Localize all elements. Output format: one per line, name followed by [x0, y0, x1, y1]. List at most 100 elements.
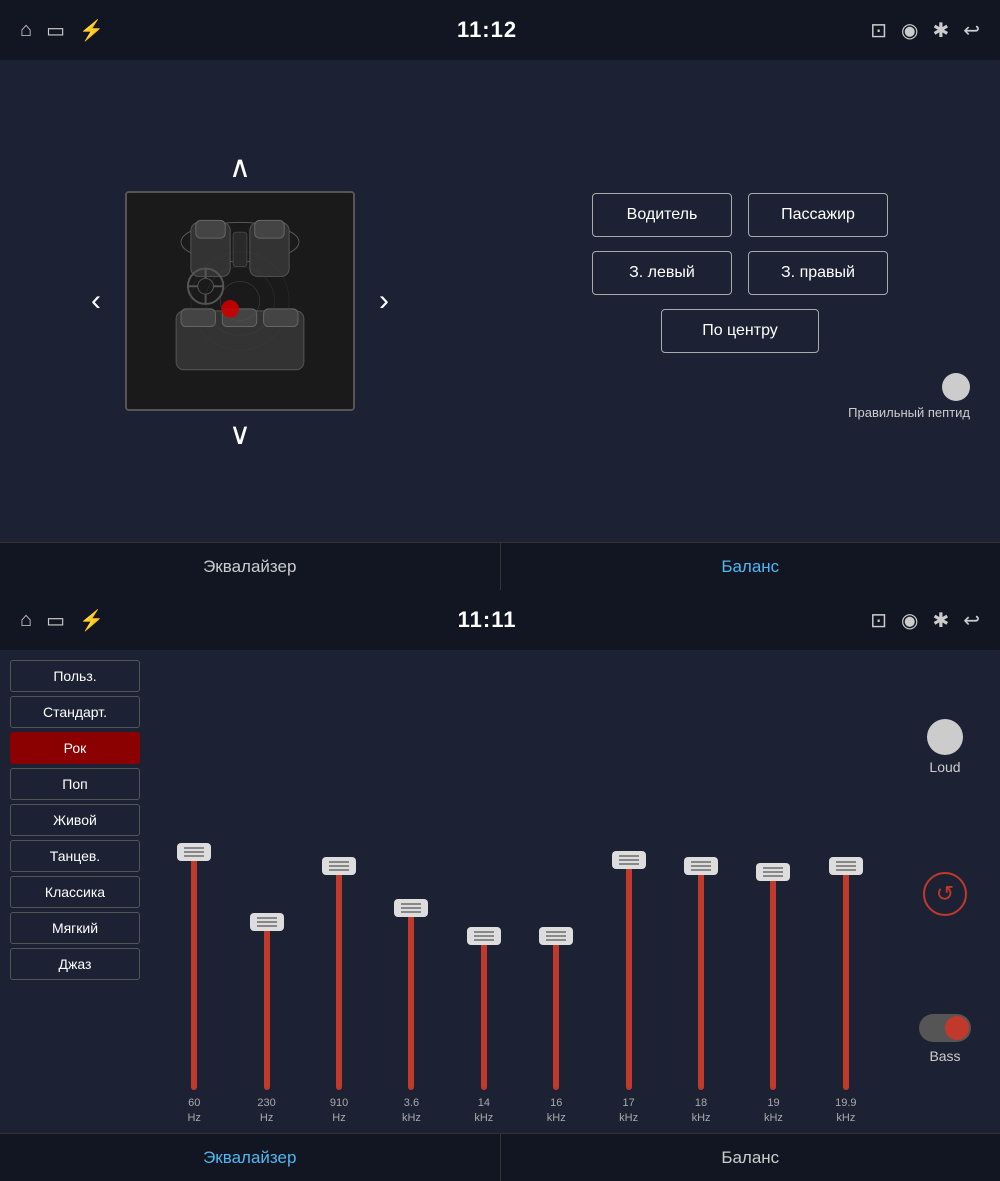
slider-col-5 — [522, 660, 590, 1090]
preset-list: Польз. Стандарт. Рок Поп Живой Танцев. Классик… — [0, 650, 150, 1133]
eq-right-controls: Loud ↺ Bass — [890, 650, 1000, 1133]
top-btn-row: Водитель Пассажир — [592, 193, 888, 237]
location-icon-2[interactable]: ◉ — [901, 608, 918, 633]
slider-thumb-1[interactable] — [250, 913, 284, 931]
freq-labels: 60Hz230Hz910Hz3.6kHz14kHz16kHz17kHz18kHz… — [160, 1090, 880, 1133]
cast-icon[interactable]: ⊡ — [870, 18, 887, 43]
slider-track-1[interactable] — [264, 922, 270, 1090]
preset-standard[interactable]: Стандарт. — [10, 696, 140, 728]
slider-thumb-3[interactable] — [394, 899, 428, 917]
home-icon[interactable]: ⌂ — [20, 19, 32, 42]
center-button[interactable]: По центру — [661, 309, 819, 353]
toggle-label: Правильный пептид — [848, 405, 970, 420]
bluetooth-icon[interactable]: ✱ — [932, 18, 949, 43]
passenger-button[interactable]: Пассажир — [748, 193, 888, 237]
slider-track-0[interactable] — [191, 852, 197, 1090]
driver-button[interactable]: Водитель — [592, 193, 732, 237]
car-image[interactable] — [125, 191, 355, 411]
eq-content: Польз. Стандарт. Рок Поп Живой Танцев. Классик… — [0, 650, 1000, 1133]
slider-thumb-5[interactable] — [539, 927, 573, 945]
slider-col-7 — [667, 660, 735, 1090]
freq-label-0: 60Hz — [160, 1096, 228, 1125]
preset-soft[interactable]: Мягкий — [10, 912, 140, 944]
tab-balance-bottom[interactable]: Баланс — [501, 1134, 1000, 1181]
slider-thumb-4[interactable] — [467, 927, 501, 945]
bottom-status-left: ⌂ ▭ ⚡ — [20, 608, 104, 633]
home-icon-2[interactable]: ⌂ — [20, 609, 32, 632]
preset-classic[interactable]: Классика — [10, 876, 140, 908]
slider-thumb-9[interactable] — [829, 857, 863, 875]
slider-track-7[interactable] — [698, 866, 704, 1090]
slider-col-1 — [232, 660, 300, 1090]
top-tab-bar: Эквалайзер Баланс — [0, 542, 1000, 590]
freq-label-5: 16kHz — [522, 1096, 590, 1125]
slider-track-2[interactable] — [336, 866, 342, 1090]
slider-track-6[interactable] — [626, 860, 632, 1090]
bottom-status-bar: ⌂ ▭ ⚡ 11:11 ⊡ ◉ ✱ ↩ — [0, 590, 1000, 650]
bass-switch[interactable] — [919, 1014, 971, 1042]
sliders-row — [160, 660, 880, 1090]
usb-icon[interactable]: ⚡ — [79, 18, 104, 43]
preset-jazz[interactable]: Джаз — [10, 948, 140, 980]
reset-button[interactable]: ↺ — [923, 872, 967, 916]
tab-balance-top[interactable]: Баланс — [501, 543, 1000, 590]
slider-thumb-7[interactable] — [684, 857, 718, 875]
slider-track-3[interactable] — [408, 908, 414, 1090]
freq-label-7: 18kHz — [667, 1096, 735, 1125]
slider-thumb-6[interactable] — [612, 851, 646, 869]
loud-toggle[interactable] — [927, 719, 963, 755]
slider-track-5[interactable] — [553, 936, 559, 1090]
slider-track-4[interactable] — [481, 936, 487, 1090]
top-status-bar: ⌂ ▭ ⚡ 11:12 ⊡ ◉ ✱ ↩ — [0, 0, 1000, 60]
tab-equalizer-top[interactable]: Эквалайзер — [0, 543, 501, 590]
slider-col-0 — [160, 660, 228, 1090]
preset-rock[interactable]: Рок — [10, 732, 140, 764]
toggle-area: Правильный пептид — [480, 373, 1000, 420]
eq-sliders: 60Hz230Hz910Hz3.6kHz14kHz16kHz17kHz18kHz… — [150, 650, 890, 1133]
freq-label-8: 19kHz — [739, 1096, 807, 1125]
bass-section: Bass — [919, 1014, 971, 1064]
location-icon[interactable]: ◉ — [901, 18, 918, 43]
rear-btn-row: З. левый З. правый — [592, 251, 888, 295]
freq-label-2: 910Hz — [305, 1096, 373, 1125]
loud-section: Loud — [927, 719, 963, 775]
top-status-right: ⊡ ◉ ✱ ↩ — [870, 18, 980, 43]
freq-label-1: 230Hz — [232, 1096, 300, 1125]
slider-track-9[interactable] — [843, 866, 849, 1090]
car-left-button[interactable]: ‹ — [77, 278, 115, 324]
usb-icon-2[interactable]: ⚡ — [79, 608, 104, 633]
slider-thumb-2[interactable] — [322, 857, 356, 875]
preset-user[interactable]: Польз. — [10, 660, 140, 692]
slider-track-8[interactable] — [770, 872, 776, 1090]
freq-label-6: 17kHz — [594, 1096, 662, 1125]
right-toggle-circle[interactable] — [942, 373, 970, 401]
freq-label-4: 14kHz — [450, 1096, 518, 1125]
cast-icon-2[interactable]: ⊡ — [870, 608, 887, 633]
car-down-button[interactable]: ∨ — [209, 411, 271, 458]
bottom-status-right: ⊡ ◉ ✱ ↩ — [870, 608, 980, 633]
preset-pop[interactable]: Поп — [10, 768, 140, 800]
preset-live[interactable]: Живой — [10, 804, 140, 836]
bass-switch-knob — [945, 1016, 969, 1040]
bluetooth-icon-2[interactable]: ✱ — [932, 608, 949, 633]
bottom-panel: ⌂ ▭ ⚡ 11:11 ⊡ ◉ ✱ ↩ Польз.Стандарт.РокПо… — [0, 590, 1000, 1181]
tab-equalizer-bottom[interactable]: Эквалайзер — [0, 1134, 501, 1181]
slider-thumb-8[interactable] — [756, 863, 790, 881]
back-icon-2[interactable]: ↩ — [963, 608, 980, 633]
car-section: ∧ ‹ — [0, 70, 480, 532]
car-up-button[interactable]: ∧ — [209, 144, 271, 191]
screen-icon-2[interactable]: ▭ — [46, 608, 65, 633]
preset-dance[interactable]: Танцев. — [10, 840, 140, 872]
top-panel: ⌂ ▭ ⚡ 11:12 ⊡ ◉ ✱ ↩ ∧ ‹ — [0, 0, 1000, 590]
slider-col-2 — [305, 660, 373, 1090]
slider-col-8 — [739, 660, 807, 1090]
slider-col-9 — [812, 660, 880, 1090]
screen-icon[interactable]: ▭ — [46, 18, 65, 43]
car-right-button[interactable]: › — [365, 278, 403, 324]
slider-thumb-0[interactable] — [177, 843, 211, 861]
rear-right-button[interactable]: З. правый — [748, 251, 888, 295]
back-icon[interactable]: ↩ — [963, 18, 980, 43]
top-status-left: ⌂ ▭ ⚡ — [20, 18, 104, 43]
rear-left-button[interactable]: З. левый — [592, 251, 732, 295]
center-btn-row: По центру — [661, 309, 819, 353]
